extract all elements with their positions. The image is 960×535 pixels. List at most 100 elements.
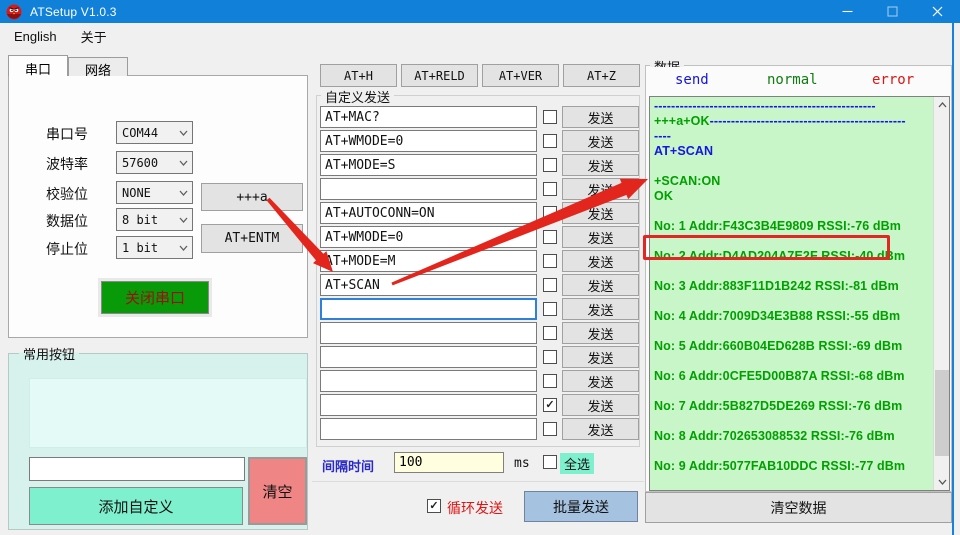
quick-button-ath[interactable]: AT+H [320, 64, 397, 87]
custom-send-input[interactable] [320, 418, 537, 440]
quick-button-atz[interactable]: AT+Z [563, 64, 640, 87]
send-button[interactable]: 发送 [562, 106, 639, 128]
baud-rate-value: 57600 [122, 155, 159, 170]
legend-send: send [675, 72, 709, 88]
log-scrollbar[interactable] [933, 97, 949, 490]
custom-send-row: 发送 [320, 370, 639, 392]
clear-data-button[interactable]: 清空数据 [645, 492, 952, 523]
scroll-down-icon[interactable] [934, 474, 949, 490]
custom-send-checkbox[interactable] [543, 134, 557, 148]
clear-common-button[interactable]: 清空 [248, 457, 307, 525]
custom-send-input[interactable] [320, 274, 537, 296]
custom-send-checkbox[interactable] [543, 350, 557, 364]
minimize-button[interactable] [825, 0, 870, 23]
scroll-up-icon[interactable] [934, 97, 949, 113]
data-bits-select[interactable]: 8 bit [116, 208, 193, 231]
custom-send-checkbox[interactable]: ✓ [543, 398, 557, 412]
com-port-select[interactable]: COM44 [116, 121, 193, 144]
send-button[interactable]: 发送 [562, 370, 639, 392]
log-line: ----------------------------------------… [654, 99, 930, 114]
custom-send-input[interactable] [320, 130, 537, 152]
parity-label: 校验位 [46, 186, 88, 202]
send-button[interactable]: 发送 [562, 274, 639, 296]
custom-send-checkbox[interactable] [543, 206, 557, 220]
new-command-input[interactable] [29, 457, 245, 481]
custom-send-input[interactable] [320, 106, 537, 128]
custom-send-rows: 发送发送发送发送发送发送发送发送发送发送发送发送✓发送发送 [320, 106, 639, 442]
custom-send-input[interactable] [320, 322, 537, 344]
com-port-value: COM44 [122, 125, 159, 140]
maximize-button[interactable] [870, 0, 915, 23]
menu-item-english[interactable]: English [4, 25, 67, 48]
stop-bits-value: 1 bit [122, 240, 159, 255]
custom-send-input[interactable] [320, 370, 537, 392]
log-segment: ----------------------------------------… [709, 114, 906, 128]
custom-send-checkbox[interactable] [543, 110, 557, 124]
tab-serial[interactable]: 串口 [8, 55, 69, 77]
custom-send-checkbox[interactable] [543, 158, 557, 172]
log-segment: OK [654, 189, 673, 203]
close-serial-port-button[interactable]: 关闭串口 [98, 278, 212, 317]
custom-send-row: 发送 [320, 106, 639, 128]
plus-a-button[interactable]: +++a [201, 183, 303, 211]
send-button[interactable]: 发送 [562, 346, 639, 368]
custom-send-input[interactable] [320, 202, 537, 224]
window-border-accent [952, 23, 954, 535]
chevron-down-icon [179, 160, 188, 166]
loop-send-checkbox[interactable]: ✓ [427, 499, 441, 513]
stop-bits-select[interactable]: 1 bit [116, 236, 193, 259]
select-all-label: 全选 [560, 453, 595, 474]
log-segment: No: 1 Addr:F43C3B4E9809 RSSI:-76 dBm [654, 219, 901, 233]
send-button[interactable]: 发送 [562, 322, 639, 344]
baud-rate-select[interactable]: 57600 [116, 151, 193, 174]
field-row-com-port: 串口号 COM44 [9, 121, 307, 144]
log-line: No: 6 Addr:0CFE5D00B87A RSSI:-68 dBm [654, 369, 930, 384]
send-button[interactable]: 发送 [562, 394, 639, 416]
menu-item-about[interactable]: 关于 [71, 23, 117, 50]
tab-network[interactable]: 网络 [68, 57, 129, 78]
custom-send-input[interactable] [320, 346, 537, 368]
send-button[interactable]: 发送 [562, 418, 639, 440]
chevron-down-icon [179, 130, 188, 136]
interval-unit: ms [514, 456, 530, 471]
custom-send-checkbox[interactable] [543, 374, 557, 388]
custom-send-checkbox[interactable] [543, 302, 557, 316]
custom-send-checkbox[interactable] [543, 326, 557, 340]
custom-send-input[interactable] [320, 298, 537, 320]
close-button[interactable] [915, 0, 960, 23]
select-all-checkbox[interactable] [543, 455, 557, 469]
custom-send-checkbox[interactable] [543, 182, 557, 196]
quick-at-buttons: AT+H AT+RELD AT+VER AT+Z [320, 64, 640, 87]
interval-input[interactable] [394, 452, 504, 473]
at-entm-button[interactable]: AT+ENTM [201, 224, 303, 253]
custom-send-input[interactable] [320, 394, 537, 416]
custom-send-checkbox[interactable] [543, 254, 557, 268]
custom-send-checkbox[interactable] [543, 230, 557, 244]
custom-send-row: 发送 [320, 154, 639, 176]
quick-button-atreld[interactable]: AT+RELD [401, 64, 478, 87]
add-custom-button[interactable]: 添加自定义 [29, 487, 243, 525]
chevron-down-icon [179, 217, 188, 223]
log-segment: No: 9 Addr:5077FAB10DDC RSSI:-77 dBm [654, 459, 906, 473]
send-button[interactable]: 发送 [562, 154, 639, 176]
parity-select[interactable]: NONE [116, 181, 193, 204]
send-button[interactable]: 发送 [562, 298, 639, 320]
quick-button-atver[interactable]: AT+VER [482, 64, 559, 87]
send-button[interactable]: 发送 [562, 250, 639, 272]
scrollbar-thumb[interactable] [935, 370, 949, 456]
custom-send-input[interactable] [320, 250, 537, 272]
custom-send-input[interactable] [320, 178, 537, 200]
custom-send-row: 发送 [320, 346, 639, 368]
send-button[interactable]: 发送 [562, 178, 639, 200]
log-view[interactable]: ----------------------------------------… [649, 96, 950, 491]
send-button[interactable]: 发送 [562, 202, 639, 224]
custom-send-checkbox[interactable] [543, 422, 557, 436]
log-segment: No: 7 Addr:5B827D5DE269 RSSI:-76 dBm [654, 399, 903, 413]
custom-send-checkbox[interactable] [543, 278, 557, 292]
custom-send-input[interactable] [320, 154, 537, 176]
send-button[interactable]: 发送 [562, 226, 639, 248]
custom-send-input[interactable] [320, 226, 537, 248]
send-button[interactable]: 发送 [562, 130, 639, 152]
log-line: ---- [654, 129, 930, 144]
batch-send-button[interactable]: 批量发送 [524, 491, 638, 522]
